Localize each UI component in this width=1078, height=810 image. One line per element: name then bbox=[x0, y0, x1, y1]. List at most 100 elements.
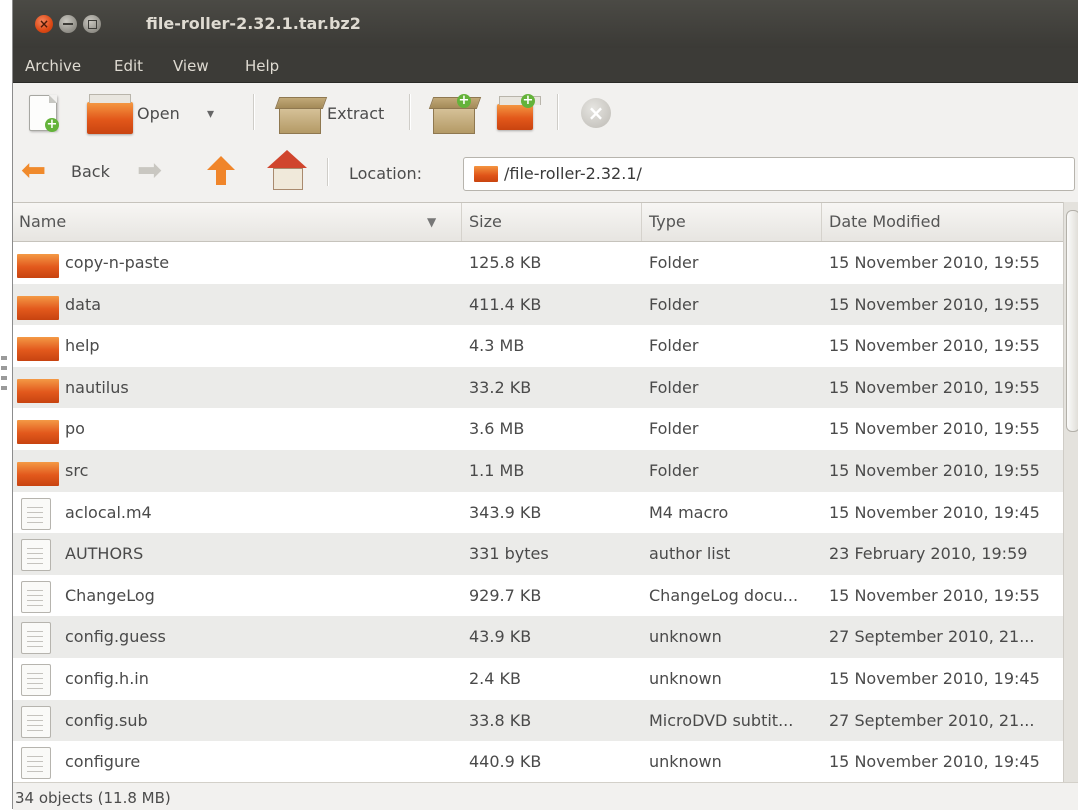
cell-name: nautilus bbox=[65, 377, 129, 397]
back-button[interactable]: ⬅ Back bbox=[19, 154, 129, 190]
cell-size: 4.3 MB bbox=[469, 336, 525, 356]
cell-date-modified: 27 September 2010, 21... bbox=[829, 627, 1035, 647]
open-folder-icon bbox=[87, 94, 133, 134]
folder-icon bbox=[17, 462, 59, 486]
maximize-window-button[interactable] bbox=[83, 15, 101, 33]
table-row[interactable]: config.sub 33.8 KB MicroDVD subtit... 27 Se… bbox=[13, 699, 1063, 742]
table-row[interactable]: nautilus 33.2 KB Folder 15 November 2010, 1… bbox=[13, 366, 1063, 409]
file-icon bbox=[21, 705, 51, 738]
minimize-window-button[interactable] bbox=[59, 15, 77, 33]
cell-date-modified: 15 November 2010, 19:55 bbox=[829, 253, 1040, 272]
home-roof-icon bbox=[267, 150, 307, 168]
window-title: file-roller-2.32.1.tar.bz2 bbox=[146, 14, 361, 33]
file-icon bbox=[21, 497, 51, 530]
cell-size: 33.8 KB bbox=[469, 710, 532, 730]
location-label: Location: bbox=[349, 164, 423, 183]
folder-icon bbox=[17, 254, 59, 278]
cell-date-modified: 15 November 2010, 19:45 bbox=[829, 752, 1040, 772]
file-icon bbox=[21, 664, 51, 696]
location-folder-icon bbox=[474, 166, 498, 182]
cell-date-modified: 15 November 2010, 19:55 bbox=[829, 377, 1040, 397]
column-header-name[interactable]: Name ▼ bbox=[13, 203, 462, 241]
title-bar[interactable]: × file-roller-2.32.1.tar.bz2 bbox=[13, 0, 1078, 48]
cell-size: 125.8 KB bbox=[469, 253, 542, 272]
plus-icon: + bbox=[45, 117, 59, 132]
table-row[interactable]: configure 440.9 KB unknown 15 November 2010… bbox=[13, 741, 1063, 783]
cell-type: Folder bbox=[649, 294, 699, 314]
back-arrow-icon: ⬅ bbox=[21, 153, 47, 188]
cell-size: 343.9 KB bbox=[469, 502, 542, 522]
folder-icon bbox=[17, 420, 59, 445]
cell-date-modified: 15 November 2010, 19:55 bbox=[829, 419, 1040, 439]
home-button[interactable] bbox=[265, 150, 309, 192]
add-folder-button[interactable]: + bbox=[495, 92, 541, 136]
close-window-button[interactable]: × bbox=[35, 15, 53, 33]
table-row[interactable]: src 1.1 MB Folder 15 November 2010, 19:55 bbox=[13, 450, 1063, 492]
column-header-type[interactable]: Type bbox=[643, 203, 822, 241]
add-files-button[interactable]: + bbox=[431, 92, 475, 136]
status-text: 34 objects (11.8 MB) bbox=[15, 789, 171, 807]
cell-date-modified: 15 November 2010, 19:55 bbox=[829, 461, 1040, 480]
cell-name: config.h.in bbox=[65, 669, 149, 688]
toolbar-separator bbox=[253, 94, 255, 130]
cell-name: configure bbox=[65, 752, 141, 772]
cell-type: Folder bbox=[649, 253, 699, 272]
menu-archive[interactable]: Archive bbox=[25, 57, 81, 75]
vertical-scrollbar[interactable] bbox=[1063, 202, 1078, 782]
cell-date-modified: 15 November 2010, 19:45 bbox=[829, 502, 1040, 522]
folder-icon bbox=[17, 337, 59, 362]
cell-type: Folder bbox=[649, 336, 699, 356]
cell-name: AUTHORS bbox=[65, 544, 144, 564]
folder-icon bbox=[17, 378, 59, 403]
cell-date-modified: 27 September 2010, 21... bbox=[829, 710, 1035, 730]
column-header-size[interactable]: Size bbox=[463, 203, 642, 241]
column-header-date-modified[interactable]: Date Modified bbox=[823, 203, 1063, 241]
status-bar: 34 objects (11.8 MB) bbox=[13, 782, 1078, 810]
menu-bar: Archive Edit View Help bbox=[13, 48, 1078, 83]
table-row[interactable]: AUTHORS 331 bytes author list 23 February 2… bbox=[13, 533, 1063, 575]
scrollbar-thumb[interactable] bbox=[1066, 210, 1078, 432]
plus-icon: + bbox=[457, 93, 471, 108]
close-icon: × bbox=[38, 17, 50, 31]
forward-button-forward-arrow-icon[interactable]: ➡ bbox=[137, 156, 162, 186]
cell-date-modified: 15 November 2010, 19:45 bbox=[829, 669, 1040, 688]
menu-view[interactable]: View bbox=[173, 57, 209, 75]
table-row[interactable]: ChangeLog 929.7 KB ChangeLog docu... 15 Nov… bbox=[13, 575, 1063, 617]
table-row[interactable]: aclocal.m4 343.9 KB M4 macro 15 November 20… bbox=[13, 492, 1063, 534]
open-dropdown-chevron-down-icon[interactable]: ▾ bbox=[207, 106, 214, 122]
table-row[interactable]: config.h.in 2.4 KB unknown 15 November 2010… bbox=[13, 658, 1063, 700]
cell-date-modified: 15 November 2010, 19:55 bbox=[829, 336, 1040, 356]
file-roller-window: × file-roller-2.32.1.tar.bz2 Archive Edi… bbox=[12, 0, 1078, 810]
cell-name: po bbox=[65, 419, 85, 439]
plus-icon: + bbox=[521, 93, 535, 108]
menu-help[interactable]: Help bbox=[245, 57, 279, 75]
minimize-icon bbox=[63, 23, 73, 25]
extract-button[interactable]: Extract bbox=[275, 92, 405, 136]
cell-name: config.guess bbox=[65, 627, 166, 647]
stop-button-stop-icon[interactable]: × bbox=[581, 98, 611, 128]
up-arrow-icon bbox=[207, 156, 235, 170]
cell-size: 2.4 KB bbox=[469, 669, 521, 688]
menu-edit[interactable]: Edit bbox=[114, 57, 143, 75]
file-list: Name ▼ Size Type Date Modified copy-n-pa… bbox=[13, 202, 1063, 783]
table-row[interactable]: help 4.3 MB Folder 15 November 2010, 19:55 bbox=[13, 325, 1063, 367]
cell-size: 440.9 KB bbox=[469, 752, 542, 772]
up-arrow-stem bbox=[216, 169, 226, 185]
table-row[interactable]: copy-n-paste 125.8 KB Folder 15 November 20… bbox=[13, 242, 1063, 284]
location-input[interactable]: /file-roller-2.32.1/ bbox=[463, 157, 1075, 191]
file-icon bbox=[21, 622, 51, 655]
cell-name: config.sub bbox=[65, 710, 148, 730]
window-edge-marks bbox=[0, 350, 8, 470]
new-archive-button[interactable]: + bbox=[25, 92, 65, 136]
cell-name: help bbox=[65, 336, 100, 356]
cell-size: 411.4 KB bbox=[469, 294, 542, 314]
cell-date-modified: 15 November 2010, 19:55 bbox=[829, 294, 1040, 314]
cell-date-modified: 15 November 2010, 19:55 bbox=[829, 585, 1040, 605]
table-row[interactable]: config.guess 43.9 KB unknown 27 September 2… bbox=[13, 616, 1063, 658]
cell-size: 3.6 MB bbox=[469, 419, 525, 439]
up-button[interactable] bbox=[203, 152, 239, 192]
cell-type: author list bbox=[649, 544, 731, 564]
table-row[interactable]: po 3.6 MB Folder 15 November 2010, 19:55 bbox=[13, 408, 1063, 450]
cell-name: data bbox=[65, 294, 102, 314]
table-row[interactable]: data 411.4 KB Folder 15 November 2010, 19:5… bbox=[13, 283, 1063, 326]
